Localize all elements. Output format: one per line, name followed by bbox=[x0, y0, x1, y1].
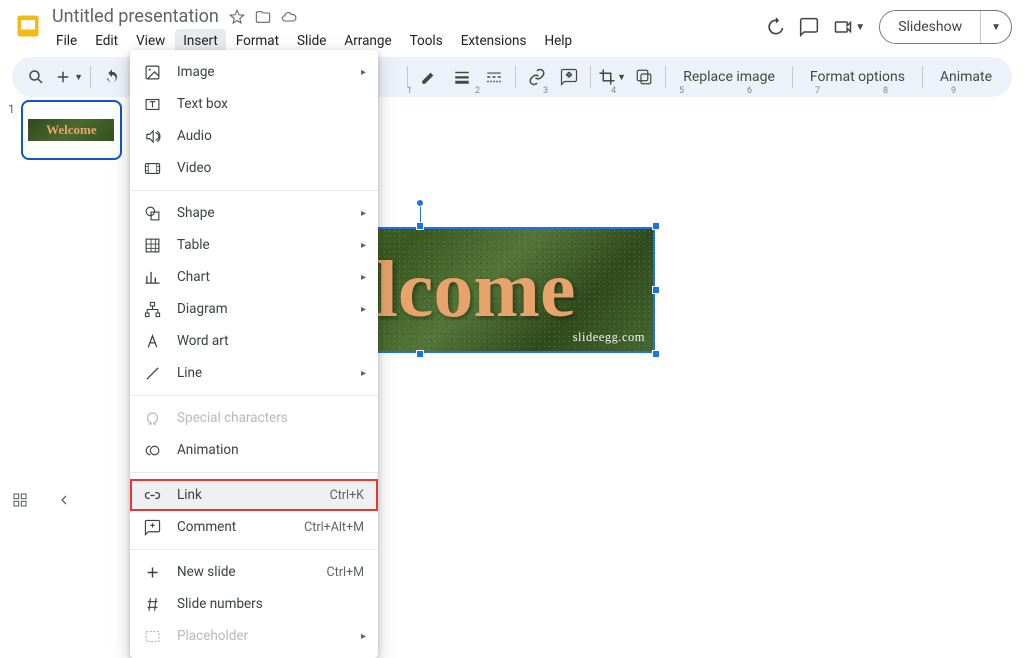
insert-link[interactable]: LinkCtrl+K bbox=[130, 479, 378, 511]
link-icon bbox=[144, 487, 161, 504]
submenu-arrow-icon: ▸ bbox=[361, 631, 366, 642]
submenu-arrow-icon: ▸ bbox=[361, 272, 366, 283]
comment-header-icon[interactable] bbox=[799, 17, 819, 37]
slide-thumbnail-1[interactable]: Welcome bbox=[21, 100, 122, 160]
submenu-arrow-icon: ▸ bbox=[361, 240, 366, 251]
resize-handle[interactable] bbox=[652, 286, 660, 294]
shortcut-text: Ctrl+K bbox=[330, 488, 364, 503]
star-icon[interactable] bbox=[229, 9, 245, 25]
present-cam-icon[interactable]: ▼ bbox=[833, 17, 865, 37]
insert-audio[interactable]: Audio bbox=[130, 120, 378, 152]
shape-icon bbox=[144, 205, 161, 222]
chart-icon bbox=[144, 269, 161, 286]
slideshow-button[interactable]: Slideshow bbox=[880, 11, 980, 43]
image-icon bbox=[144, 64, 161, 81]
move-icon[interactable] bbox=[255, 9, 271, 25]
slideshow-button-group: Slideshow ▼ bbox=[879, 10, 1012, 44]
resize-handle[interactable] bbox=[652, 350, 660, 358]
textbox-icon bbox=[144, 96, 161, 113]
rotate-line bbox=[420, 205, 421, 222]
slideshow-dropdown[interactable]: ▼ bbox=[980, 11, 1011, 43]
insert-placeholder: Placeholder▸ bbox=[130, 620, 378, 652]
app-logo[interactable] bbox=[8, 6, 48, 46]
insert-table[interactable]: Table▸ bbox=[130, 229, 378, 261]
document-area: Untitled presentation File Edit View Ins… bbox=[48, 6, 765, 53]
insert-shape[interactable]: Shape▸ bbox=[130, 197, 378, 229]
rotate-handle[interactable] bbox=[416, 199, 424, 207]
app-header: Untitled presentation File Edit View Ins… bbox=[0, 0, 1024, 53]
menu-help[interactable]: Help bbox=[536, 29, 580, 53]
insert-slide-numbers[interactable]: Slide numbers bbox=[130, 588, 378, 620]
menu-extensions[interactable]: Extensions bbox=[453, 29, 535, 53]
animate-button[interactable]: Animate bbox=[930, 69, 1002, 85]
format-options-button[interactable]: Format options bbox=[800, 69, 915, 85]
header-actions: ▼ Slideshow ▼ bbox=[765, 6, 1012, 44]
menu-edit[interactable]: Edit bbox=[87, 29, 126, 53]
omega-icon bbox=[144, 410, 161, 427]
insert-new-slide[interactable]: New slideCtrl+M bbox=[130, 556, 378, 588]
resize-handle[interactable] bbox=[652, 222, 660, 230]
chevron-left-icon[interactable] bbox=[56, 492, 72, 508]
submenu-arrow-icon: ▸ bbox=[361, 67, 366, 78]
grid-view-icon[interactable] bbox=[12, 492, 28, 508]
thumbnail-panel: 1 Welcome bbox=[0, 86, 130, 518]
shortcut-text: Ctrl+M bbox=[326, 565, 364, 580]
wordart-icon bbox=[144, 333, 161, 350]
insert-dropdown: Image▸ Text box Audio Video Shape▸ Table… bbox=[130, 50, 378, 658]
insert-video[interactable]: Video bbox=[130, 152, 378, 184]
comment-icon bbox=[144, 519, 161, 536]
document-title[interactable]: Untitled presentation bbox=[52, 6, 219, 27]
insert-chart[interactable]: Chart▸ bbox=[130, 261, 378, 293]
video-icon bbox=[144, 160, 161, 177]
menu-tools[interactable]: Tools bbox=[402, 29, 451, 53]
thumb-number: 1 bbox=[8, 100, 15, 116]
shortcut-text: Ctrl+Alt+M bbox=[304, 520, 364, 535]
plus-icon bbox=[144, 564, 161, 581]
replace-image-button[interactable]: Replace image bbox=[673, 69, 785, 85]
placeholder-icon bbox=[144, 628, 161, 645]
animation-icon bbox=[144, 442, 161, 459]
image-watermark: slideegg.com bbox=[573, 330, 645, 345]
insert-line[interactable]: Line▸ bbox=[130, 357, 378, 389]
audio-icon bbox=[144, 128, 161, 145]
submenu-arrow-icon: ▸ bbox=[361, 368, 366, 379]
diagram-icon bbox=[144, 301, 161, 318]
insert-animation[interactable]: Animation bbox=[130, 434, 378, 466]
menu-file[interactable]: File bbox=[48, 29, 85, 53]
insert-wordart[interactable]: Word art bbox=[130, 325, 378, 357]
hash-icon bbox=[144, 596, 161, 613]
resize-handle[interactable] bbox=[416, 350, 424, 358]
cloud-icon[interactable] bbox=[281, 9, 297, 25]
insert-textbox[interactable]: Text box bbox=[130, 88, 378, 120]
bottom-left-controls bbox=[12, 492, 72, 508]
history-icon[interactable] bbox=[765, 17, 785, 37]
table-icon bbox=[144, 237, 161, 254]
insert-image[interactable]: Image▸ bbox=[130, 56, 378, 88]
insert-comment[interactable]: CommentCtrl+Alt+M bbox=[130, 511, 378, 543]
submenu-arrow-icon: ▸ bbox=[361, 304, 366, 315]
resize-handle[interactable] bbox=[416, 222, 424, 230]
insert-diagram[interactable]: Diagram▸ bbox=[130, 293, 378, 325]
insert-special-chars: Special characters bbox=[130, 402, 378, 434]
line-icon bbox=[144, 365, 161, 382]
submenu-arrow-icon: ▸ bbox=[361, 208, 366, 219]
